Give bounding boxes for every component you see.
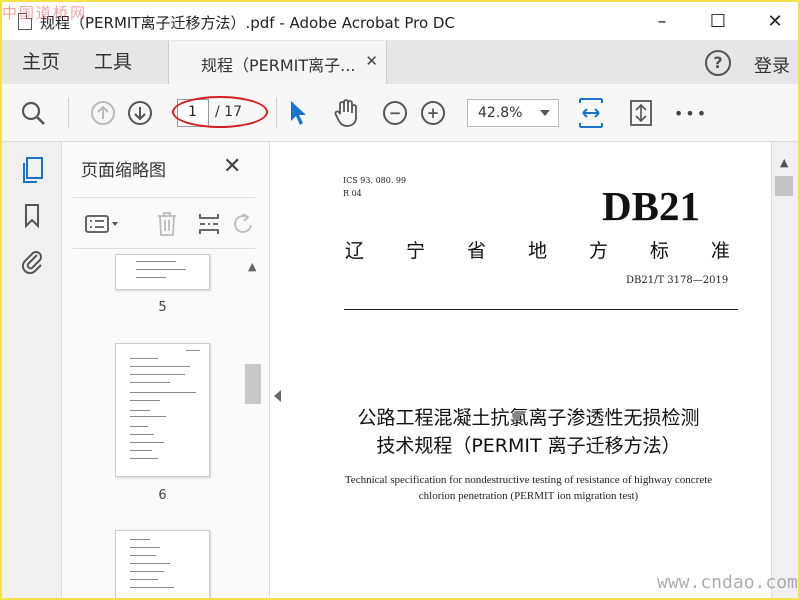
ics-number: ICS 93. 080. 99 [343, 176, 407, 185]
page-thumbnail[interactable] [115, 343, 210, 477]
province-char: 准 [710, 240, 730, 262]
zoom-out-button[interactable]: − [380, 98, 410, 128]
rotate-page-icon[interactable] [231, 210, 255, 238]
close-tab-icon[interactable]: ✕ [365, 52, 378, 70]
title-en-line: chlorion penetration (PERMIT ion migrati… [418, 490, 639, 502]
next-page-button[interactable] [125, 98, 155, 128]
province-char: 省 [466, 240, 486, 262]
login-button[interactable]: 登录 [754, 52, 790, 78]
province-standard-label: 辽 宁 省 地 方 标 准 [345, 236, 730, 263]
page-thumbnail[interactable] [115, 254, 210, 290]
standard-number: DB21/T 3178—2019 [626, 275, 729, 286]
collapse-panel-arrow-icon[interactable] [274, 390, 281, 402]
minimize-button[interactable]: – [639, 2, 685, 40]
toolbar-divider [276, 98, 277, 128]
annotation-highlight-ellipse [172, 96, 268, 128]
title-cn-line: 公路工程混凝土抗氯离子渗透性无损检测 [357, 407, 700, 429]
tab-bar: 主页 工具 规程（PERMIT离子... ✕ ? 登录 [2, 40, 798, 85]
app-window: 规程（PERMIT离子迁移方法）.pdf - Adobe Acrobat Pro… [0, 0, 800, 600]
thumbnail-toolbar [73, 197, 255, 249]
hand-tool-icon[interactable] [331, 98, 361, 128]
toolbar: 1 / 17 − + 42.8% ••• [2, 84, 798, 142]
more-options-icon[interactable]: ••• [674, 98, 706, 128]
province-char: 标 [649, 240, 669, 262]
maximize-button[interactable]: ☐ [695, 2, 741, 40]
thumbnail-scrollbar[interactable]: ▲ [243, 254, 263, 598]
document-title-chinese: 公路工程混凝土抗氯离子渗透性无损检测 技术规程（PERMIT 离子迁移方法） [306, 404, 751, 460]
province-char: 地 [527, 240, 547, 262]
title-en-line: Technical specification for nondestructi… [344, 474, 713, 486]
province-char: 宁 [405, 240, 425, 262]
tab-home[interactable]: 主页 [22, 40, 60, 84]
select-cursor-icon[interactable] [282, 98, 312, 128]
ics-code: ICS 93. 080. 99 R 04 [343, 174, 406, 200]
document-scrollbar[interactable]: ▲ [771, 142, 798, 598]
thumbnail-options-icon[interactable] [83, 210, 123, 238]
page-thumbnail-label: 6 [158, 488, 167, 503]
tab-tools[interactable]: 工具 [94, 40, 132, 84]
search-icon[interactable] [18, 98, 48, 128]
province-char: 方 [588, 240, 608, 262]
document-page: ICS 93. 080. 99 R 04 DB21 辽 宁 省 地 方 标 准 … [286, 142, 771, 598]
page-thumbnails-icon[interactable] [18, 156, 46, 184]
r-code: R 04 [343, 189, 362, 198]
zoom-out-icon: − [383, 101, 407, 125]
province-char: 辽 [345, 240, 365, 262]
panel-title: 页面缩略图 [81, 161, 166, 181]
horizontal-rule [344, 309, 738, 310]
thumbnail-panel: 页面缩略图 ✕ 5 6 ▲ [63, 142, 270, 598]
zoom-in-button[interactable]: + [418, 98, 448, 128]
delete-page-icon[interactable] [153, 210, 181, 238]
left-rail [2, 142, 62, 598]
fit-page-width-icon[interactable] [576, 98, 606, 128]
scroll-up-arrow-icon[interactable]: ▲ [780, 156, 788, 169]
previous-page-button[interactable] [88, 98, 118, 128]
page-thumbnail[interactable] [115, 530, 210, 598]
window-title: 规程（PERMIT离子迁移方法）.pdf - Adobe Acrobat Pro… [40, 14, 455, 32]
thumbnail-scroll-thumb[interactable] [245, 364, 261, 404]
close-window-button[interactable]: ✕ [752, 2, 798, 40]
document-scroll-thumb[interactable] [775, 176, 793, 196]
chevron-down-icon [540, 110, 550, 116]
insert-page-icon[interactable] [195, 210, 223, 238]
title-bar: 规程（PERMIT离子迁移方法）.pdf - Adobe Acrobat Pro… [2, 2, 798, 40]
standard-code-heading: DB21 [602, 183, 700, 229]
rotate-scroll-mode-icon[interactable] [626, 98, 656, 128]
title-cn-line: 技术规程（PERMIT 离子迁移方法） [376, 435, 681, 457]
bookmark-icon[interactable] [18, 202, 46, 230]
watermark-bottom: www.cndao.com [657, 572, 798, 593]
document-title-english: Technical specification for nondestructi… [306, 472, 751, 504]
zoom-level-value: 42.8% [478, 105, 523, 121]
toolbar-divider [68, 98, 69, 128]
scroll-up-arrow-icon[interactable]: ▲ [248, 260, 256, 273]
page-thumbnail-label: 5 [158, 300, 167, 315]
document-tab-label: 规程（PERMIT离子... [201, 56, 356, 75]
document-tab[interactable]: 规程（PERMIT离子... ✕ [168, 41, 387, 85]
zoom-in-icon: + [421, 101, 445, 125]
close-panel-icon[interactable]: ✕ [223, 154, 241, 179]
zoom-level-dropdown[interactable]: 42.8% [467, 99, 559, 127]
help-icon[interactable]: ? [705, 50, 731, 76]
attachment-icon[interactable] [18, 246, 46, 274]
watermark-top: 中国道桥网 [2, 4, 88, 22]
